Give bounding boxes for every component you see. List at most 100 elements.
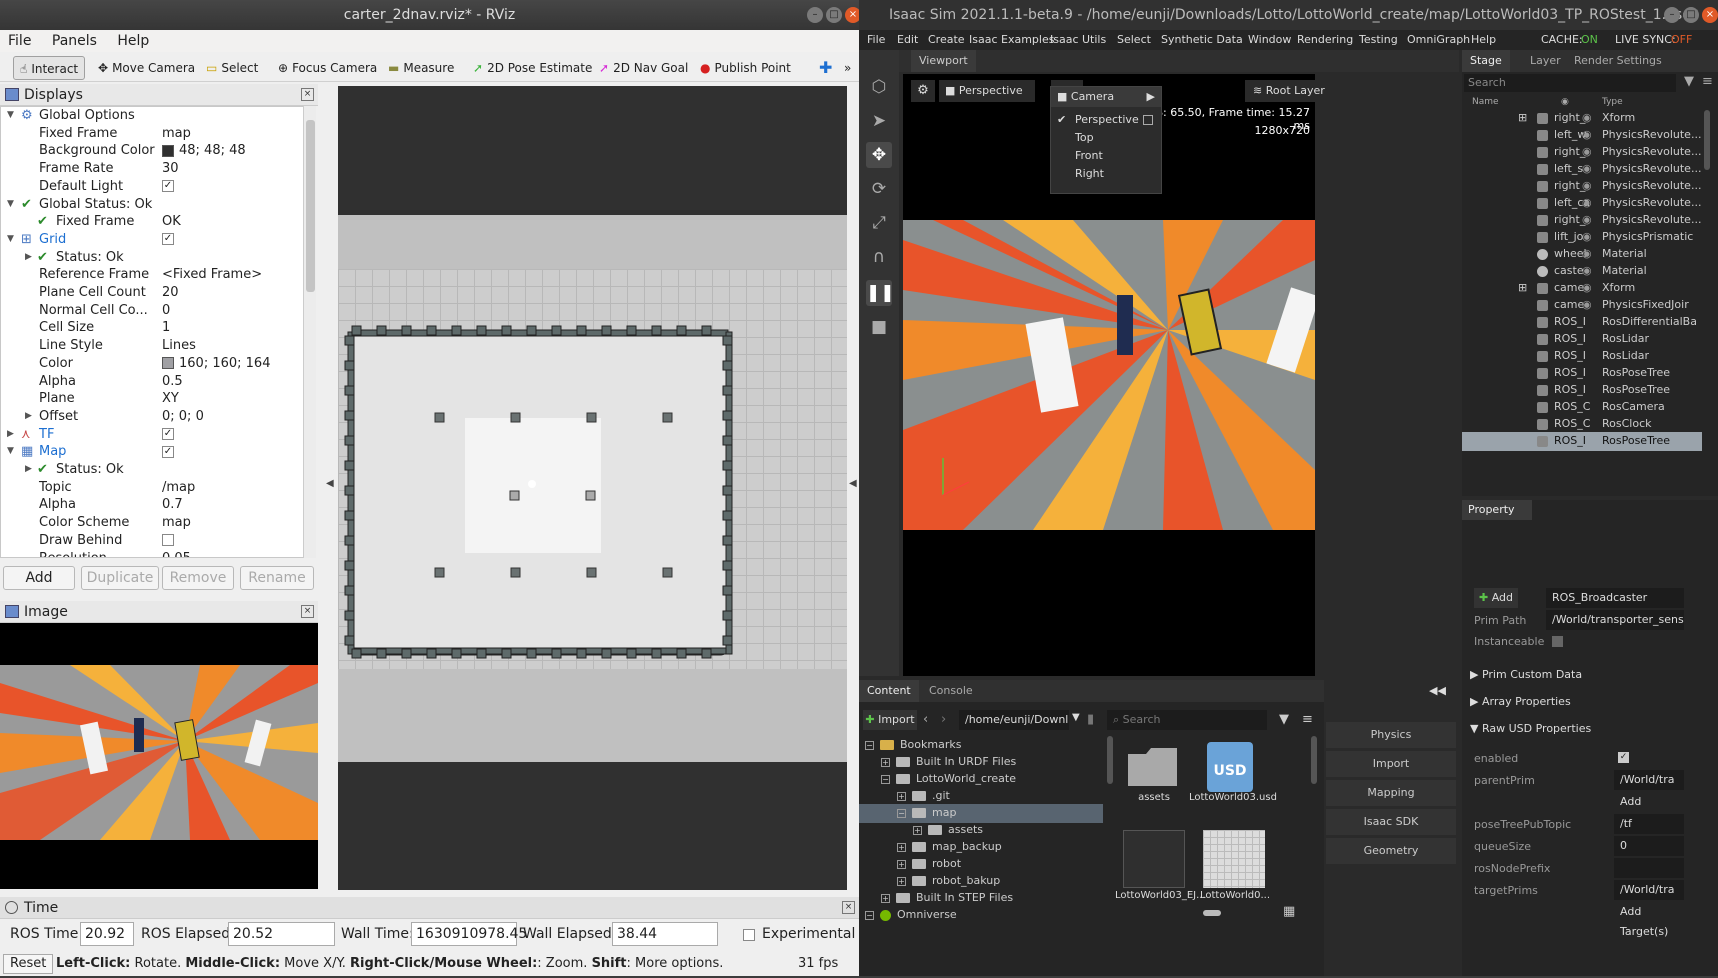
display-property-value[interactable]: 0.05: [162, 550, 191, 558]
display-property-value[interactable]: 48; 48; 48: [162, 142, 246, 160]
display-row[interactable]: Normal Cell Co... 0: [1, 302, 299, 320]
expand-arrow-icon[interactable]: ▶: [25, 249, 32, 267]
back-arrow-icon[interactable]: ‹: [923, 712, 928, 727]
display-property-value[interactable]: 0.5: [162, 373, 183, 391]
physics-button[interactable]: Physics: [1326, 722, 1456, 748]
display-row[interactable]: ▼ ⚙ Global Options: [1, 107, 299, 125]
menu-help[interactable]: Help: [109, 30, 157, 49]
usd-field-value[interactable]: /World/tra: [1614, 880, 1684, 900]
display-property-value[interactable]: OK: [162, 213, 181, 231]
prim-custom-data-section[interactable]: ▶ Prim Custom Data: [1470, 668, 1582, 681]
display-row[interactable]: Topic/map: [1, 479, 299, 497]
grid-view-icon[interactable]: ▦: [1283, 904, 1295, 919]
nav-goal-tool[interactable]: ➚ 2D Nav Goal: [593, 56, 694, 80]
display-property-value[interactable]: [162, 532, 174, 550]
remove-button[interactable]: Remove: [162, 566, 234, 590]
collapse-minus-icon[interactable]: −: [881, 774, 890, 784]
stage-row[interactable]: ROS_I RosPoseTree: [1462, 432, 1702, 451]
publish-point-tool[interactable]: ● Publish Point: [694, 56, 797, 80]
display-row[interactable]: Reference Frame <Fixed Frame>: [1, 266, 299, 284]
geometry-button[interactable]: Geometry: [1326, 838, 1456, 864]
raw-usd-properties-section[interactable]: ▼ Raw USD Properties: [1470, 722, 1591, 735]
stage-row[interactable]: ROS_C RosCamera: [1462, 398, 1702, 417]
visibility-eye-icon[interactable]: ◉: [1582, 211, 1592, 230]
camera-option-perspective[interactable]: ✔ Perspective: [1051, 111, 1161, 129]
rviz-3d-view[interactable]: [338, 86, 847, 890]
display-row[interactable]: ▶ ⋏ TF ✓: [1, 426, 299, 444]
camera-menu-header[interactable]: ■ Camera ▶: [1051, 87, 1161, 107]
menu-icon[interactable]: ≡: [1302, 712, 1313, 727]
toolbar-overflow[interactable]: »: [838, 56, 857, 80]
stage-row[interactable]: ROS_I RosDifferentialBa: [1462, 313, 1702, 332]
visibility-eye-icon[interactable]: ◉: [1582, 228, 1592, 247]
filter-icon[interactable]: ▼: [1684, 74, 1694, 89]
collapse-panel-icon[interactable]: ◀◀: [1429, 684, 1446, 697]
display-property-value[interactable]: ✓: [162, 426, 174, 444]
visibility-eye-icon[interactable]: ◉: [1582, 262, 1592, 281]
content-path-field[interactable]: /home/eunji/Downl: [959, 710, 1069, 730]
display-property-value[interactable]: /map: [162, 479, 195, 497]
display-row[interactable]: ▶ Offset 0; 0; 0: [1, 408, 299, 426]
add-property-button[interactable]: ✚ Add: [1474, 588, 1518, 608]
expand-plus-icon[interactable]: +: [897, 791, 906, 801]
expand-arrow-icon[interactable]: ▶: [25, 461, 32, 479]
usd-field-value[interactable]: [1614, 858, 1684, 878]
content-tree-item[interactable]: + .git: [897, 787, 950, 806]
stage-row[interactable]: right_ ◉ PhysicsRevolute...: [1462, 143, 1702, 162]
add-target-button[interactable]: Add Target(s): [1614, 902, 1684, 938]
content-search-input[interactable]: ⌕ Search: [1107, 710, 1267, 730]
usd-field-value[interactable]: /tf: [1614, 814, 1684, 834]
import-button[interactable]: ✚ Import: [863, 710, 917, 730]
pose-estimate-tool[interactable]: ➚ 2D Pose Estimate: [467, 56, 598, 80]
menu-synthetic-data[interactable]: Synthetic Data: [1161, 33, 1243, 46]
visibility-eye-icon[interactable]: ◉: [1582, 143, 1592, 162]
tab-property[interactable]: Property: [1462, 500, 1532, 520]
expand-arrow-icon[interactable]: ▼: [7, 443, 14, 461]
content-tree-item[interactable]: − Bookmarks: [865, 736, 961, 755]
visibility-eye-icon[interactable]: ◉: [1582, 126, 1592, 145]
stage-row[interactable]: left_s ◉ PhysicsRevolute...: [1462, 160, 1702, 179]
collapse-minus-icon[interactable]: −: [865, 910, 874, 920]
stage-row[interactable]: right_ ◉ PhysicsRevolute...: [1462, 177, 1702, 196]
left-splitter-arrow[interactable]: ◀: [326, 478, 334, 489]
visibility-eye-icon[interactable]: ◉: [1582, 296, 1592, 315]
experimental-checkbox[interactable]: [743, 929, 755, 941]
measure-tool[interactable]: ▬ Measure: [382, 56, 460, 80]
display-row[interactable]: Color Scheme map: [1, 514, 299, 532]
display-row[interactable]: ▶ ✔ Status: Ok: [1, 249, 299, 267]
pointer-icon[interactable]: ➤: [866, 108, 892, 134]
stage-row[interactable]: ⊞ came ◉ Xform: [1462, 279, 1702, 298]
isaac-sdk-button[interactable]: Isaac SDK: [1326, 809, 1456, 835]
close-image-icon[interactable]: ×: [301, 605, 314, 618]
visibility-eye-icon[interactable]: ◉: [1582, 245, 1592, 264]
files-scrollbar[interactable]: [1311, 736, 1317, 784]
stage-row[interactable]: ROS_C RosClock: [1462, 415, 1702, 434]
stop-icon[interactable]: ■: [866, 314, 892, 340]
collapse-minus-icon[interactable]: −: [865, 740, 874, 750]
tab-layer[interactable]: Layer: [1522, 50, 1569, 72]
display-checkbox[interactable]: ✓: [162, 445, 174, 458]
usd-file-icon[interactable]: USD: [1207, 742, 1253, 792]
display-row[interactable]: Resolution 0.05: [1, 550, 299, 558]
visibility-eye-icon[interactable]: ◉: [1582, 160, 1592, 179]
content-tree-item[interactable]: + robot: [897, 855, 961, 874]
stage-row[interactable]: ⊞ right_ ◉ Xform: [1462, 109, 1702, 128]
display-row[interactable]: Background Color 48; 48; 48: [1, 142, 299, 160]
viewport-tab[interactable]: Viewport: [911, 50, 976, 72]
folder-assets-thumb[interactable]: [1123, 740, 1183, 790]
close-displays-icon[interactable]: ×: [301, 88, 314, 101]
content-tree-item[interactable]: + Built In URDF Files: [881, 753, 1016, 772]
display-property-value[interactable]: 30: [162, 160, 179, 178]
display-row[interactable]: Draw Behind: [1, 532, 299, 550]
expand-arrow-icon[interactable]: ▼: [7, 196, 14, 214]
content-tree-item[interactable]: + map_backup: [897, 838, 1002, 857]
stage-search-input[interactable]: Search: [1464, 74, 1676, 92]
duplicate-button[interactable]: Duplicate: [81, 566, 159, 590]
display-property-value[interactable]: ✓: [162, 178, 174, 196]
pause-icon[interactable]: ❚❚: [866, 280, 895, 306]
move-camera-tool[interactable]: ✥ Move Camera: [92, 56, 201, 80]
add-button[interactable]: Add: [3, 566, 75, 590]
menu-select[interactable]: Select: [1117, 33, 1151, 46]
content-tree-item[interactable]: + assets: [913, 821, 983, 840]
display-property-value[interactable]: XY: [162, 390, 179, 408]
